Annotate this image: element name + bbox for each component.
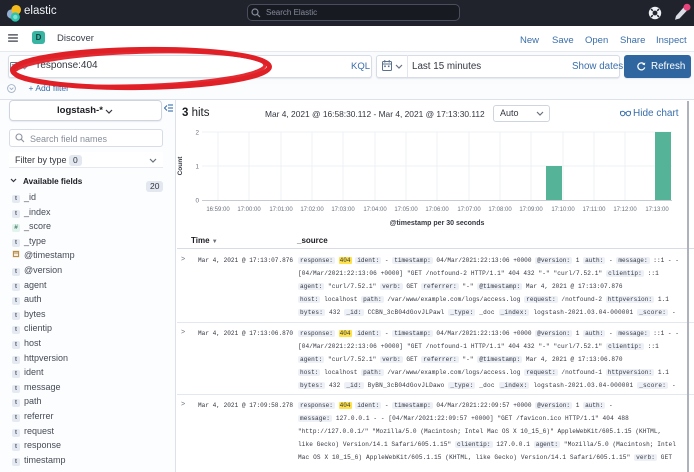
svg-text:17:08:00: 17:08:00 [488,207,512,213]
svg-text:17:01:00: 17:01:00 [269,207,293,213]
svg-text:2: 2 [195,130,199,137]
svg-text:17:09:00: 17:09:00 [519,207,543,213]
svg-text:17:07:00: 17:07:00 [457,207,481,213]
svg-text:17:04:00: 17:04:00 [363,207,387,213]
svg-text:17:02:00: 17:02:00 [300,207,324,213]
svg-text:1: 1 [195,164,199,171]
svg-text:@timestamp per 30 seconds: @timestamp per 30 seconds [390,220,485,227]
svg-text:17:10:00: 17:10:00 [551,207,575,213]
svg-text:17:05:00: 17:05:00 [394,207,418,213]
svg-text:17:11:00: 17:11:00 [583,207,607,213]
svg-text:0: 0 [195,198,199,205]
svg-text:17:00:00: 17:00:00 [237,207,261,213]
svg-text:17:06:00: 17:06:00 [425,207,449,213]
svg-text:16:59:00: 16:59:00 [206,207,230,213]
svg-text:17:13:00: 17:13:00 [645,207,669,213]
svg-text:Count: Count [177,156,184,176]
svg-text:17:12:00: 17:12:00 [613,207,637,213]
svg-text:17:03:00: 17:03:00 [331,207,355,213]
